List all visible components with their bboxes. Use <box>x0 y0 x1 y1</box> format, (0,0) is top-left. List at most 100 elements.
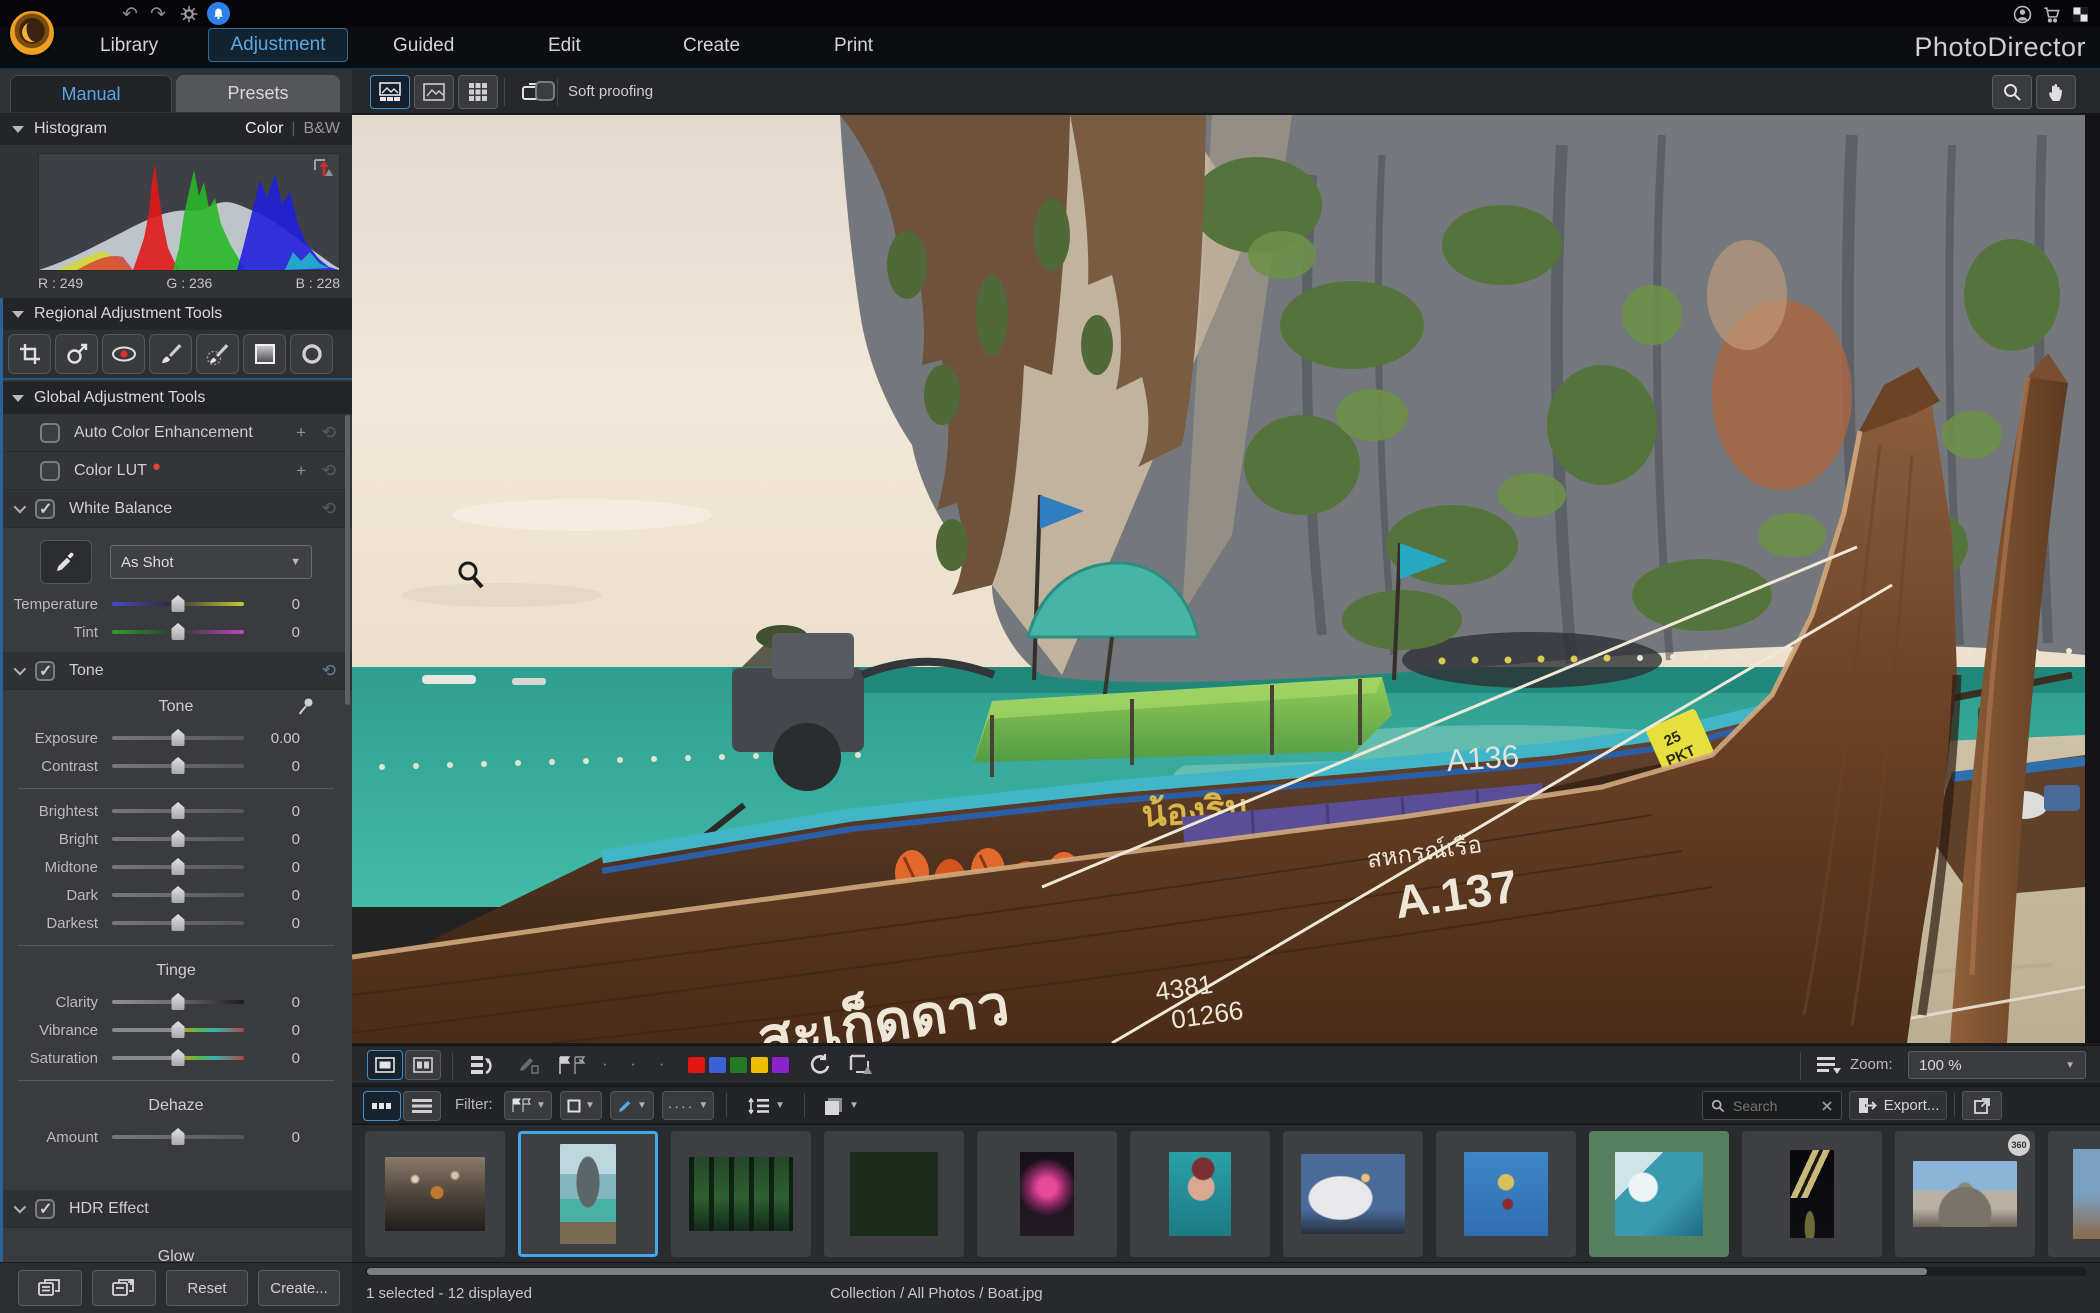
slider-handle[interactable] <box>172 886 185 903</box>
chevron-down-icon[interactable] <box>14 501 27 514</box>
gradient-mask-tool-button[interactable] <box>243 334 286 374</box>
thumbnail-portrait[interactable] <box>1130 1131 1270 1257</box>
vibrance-slider[interactable] <box>112 1028 244 1032</box>
color-tag-blue[interactable] <box>709 1057 726 1073</box>
darkest-slider[interactable] <box>112 921 244 925</box>
tab-print[interactable]: Print <box>834 35 873 57</box>
reset-button[interactable]: Reset <box>166 1270 248 1306</box>
masking-brush-tool-button[interactable] <box>196 334 239 374</box>
tab-library[interactable]: Library <box>100 35 158 57</box>
slider-handle[interactable] <box>172 802 185 819</box>
viewer-with-filmstrip-button[interactable] <box>370 75 410 109</box>
collapse-triangle-icon[interactable] <box>12 395 24 402</box>
create-preset-button[interactable]: Create... <box>258 1270 340 1306</box>
chevron-down-icon[interactable] <box>14 663 27 676</box>
tab-guided[interactable]: Guided <box>393 35 454 57</box>
tone-header[interactable]: Tone ⟲ <box>0 652 352 690</box>
thumbnail-basketball[interactable] <box>365 1131 505 1257</box>
thumbnail-wave-green-tag[interactable] <box>1589 1131 1729 1257</box>
thumbnail-forest[interactable] <box>671 1131 811 1257</box>
export-button[interactable]: Export... <box>1849 1091 1947 1120</box>
copy-adjustments-add-button[interactable] <box>92 1270 156 1306</box>
pin-icon[interactable] <box>296 696 316 721</box>
tint-slider[interactable] <box>112 630 244 634</box>
switch-mode-icon[interactable] <box>2068 2 2092 26</box>
slider-handle[interactable] <box>172 1021 185 1038</box>
thumbnail-red-leaf[interactable] <box>824 1131 964 1257</box>
slider-handle[interactable] <box>172 914 185 931</box>
tab-manual[interactable]: Manual <box>10 75 172 112</box>
temperature-slider[interactable] <box>112 602 244 606</box>
sort-order-dropdown[interactable]: ▼ <box>738 1091 794 1120</box>
reset-section-icon[interactable]: ⟲ <box>322 461 336 481</box>
chevron-down-icon[interactable] <box>14 1201 27 1214</box>
tab-presets[interactable]: Presets <box>176 75 340 112</box>
open-in-new-window-icon[interactable] <box>1962 1091 2002 1120</box>
thumbnail-boat-selected[interactable] <box>518 1131 658 1257</box>
histogram-color-toggle[interactable]: Color <box>245 120 283 138</box>
undo-icon[interactable]: ↶ <box>118 2 142 26</box>
soft-proofing-checkbox[interactable] <box>535 81 555 101</box>
zoom-tool-button[interactable] <box>1992 75 2032 109</box>
search-input[interactable] <box>1731 1097 1815 1115</box>
reset-section-icon[interactable]: ⟲ <box>322 499 336 519</box>
radial-mask-tool-button[interactable] <box>290 334 333 374</box>
list-view-button[interactable] <box>403 1091 441 1121</box>
rating-filter-dropdown[interactable]: ···· ▼ <box>662 1091 714 1120</box>
histogram-bw-toggle[interactable]: B&W <box>304 120 340 138</box>
flag-filter-dropdown[interactable]: ▼ <box>504 1091 552 1120</box>
zoom-level-dropdown[interactable]: 100 %▼ <box>1908 1051 2086 1079</box>
slider-handle[interactable] <box>172 830 185 847</box>
scrollbar-thumb[interactable] <box>367 1268 1927 1275</box>
clarity-slider[interactable] <box>112 1000 244 1004</box>
adjusted-filter-dropdown[interactable]: ▼ <box>610 1091 654 1120</box>
red-eye-tool-button[interactable] <box>102 334 145 374</box>
filmstrip-scrollbar[interactable] <box>365 1267 2087 1276</box>
panel-scrollbar[interactable] <box>345 415 350 705</box>
display-options-icon[interactable] <box>1810 1050 1846 1080</box>
white-balance-eyedropper-button[interactable] <box>40 540 92 584</box>
thumbnail-clipped[interactable] <box>2048 1131 2100 1257</box>
compare-two-up-button[interactable] <box>405 1050 441 1080</box>
tab-edit[interactable]: Edit <box>548 35 581 57</box>
clipping-indicator-icon[interactable] <box>313 158 335 178</box>
proof-warning-icon[interactable] <box>844 1050 880 1080</box>
histogram-canvas[interactable] <box>38 153 340 271</box>
notifications-bell-icon[interactable] <box>207 2 230 25</box>
color-tag-green[interactable] <box>730 1057 747 1073</box>
collapse-triangle-icon[interactable] <box>12 126 24 133</box>
spot-removal-tool-button[interactable] <box>55 334 98 374</box>
stack-photos-dropdown[interactable]: ▼ <box>814 1091 868 1120</box>
account-icon[interactable] <box>2010 2 2034 26</box>
thumbnail-dark-window[interactable] <box>1742 1131 1882 1257</box>
slider-handle[interactable] <box>172 993 185 1010</box>
tone-checkbox[interactable] <box>35 661 55 681</box>
bright-slider[interactable] <box>112 837 244 841</box>
viewer-only-button[interactable] <box>414 75 454 109</box>
add-preset-icon[interactable]: + <box>296 423 306 443</box>
adjustment-brush-tool-button[interactable] <box>149 334 192 374</box>
shopping-cart-icon[interactable] <box>2039 2 2063 26</box>
thumbnail-rocket[interactable] <box>1283 1131 1423 1257</box>
dark-slider[interactable] <box>112 893 244 897</box>
midtone-slider[interactable] <box>112 865 244 869</box>
color-tag-red[interactable] <box>688 1057 705 1073</box>
tab-create[interactable]: Create <box>683 35 740 57</box>
slider-handle[interactable] <box>172 858 185 875</box>
slider-handle[interactable] <box>172 757 185 774</box>
slider-handle[interactable] <box>172 595 185 612</box>
hand-pan-tool-button[interactable] <box>2036 75 2076 109</box>
rotate-left-icon[interactable] <box>802 1050 838 1080</box>
contrast-slider[interactable] <box>112 764 244 768</box>
flag-pick-reject-icon[interactable] <box>554 1050 590 1080</box>
edit-pencil-icon[interactable] <box>510 1050 546 1080</box>
white-balance-preset-dropdown[interactable]: As Shot▼ <box>110 545 312 579</box>
white-balance-checkbox[interactable] <box>35 499 55 519</box>
settings-gear-icon[interactable] <box>177 2 201 26</box>
histogram-header[interactable]: Histogram Color | B&W <box>0 113 352 145</box>
thumbnail-view-button[interactable] <box>363 1091 401 1121</box>
slider-handle[interactable] <box>172 1128 185 1145</box>
saturation-slider[interactable] <box>112 1056 244 1060</box>
global-tools-header[interactable]: Global Adjustment Tools <box>0 382 352 414</box>
color-tag-yellow[interactable] <box>751 1057 768 1073</box>
